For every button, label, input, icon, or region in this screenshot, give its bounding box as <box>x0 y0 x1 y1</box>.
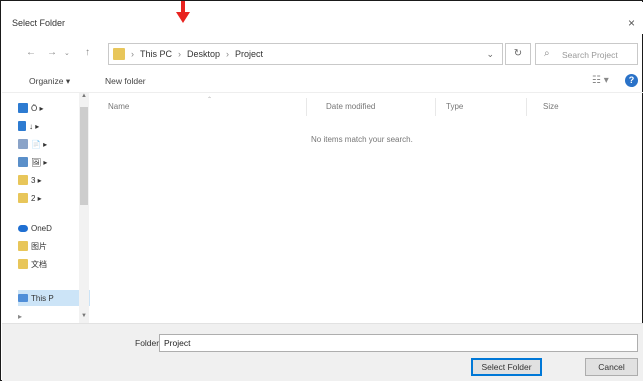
scroll-thumb[interactable] <box>80 107 88 205</box>
up-icon[interactable]: ↑ <box>85 47 90 58</box>
close-icon[interactable]: × <box>628 16 635 30</box>
nav-item-pictures[interactable]: 🖼 ▸ <box>18 155 47 169</box>
annotation-arrow-icon <box>176 1 190 23</box>
nav-item-label: 3 ▸ <box>31 175 42 185</box>
chevron-down-icon[interactable]: ⌄ <box>486 49 494 60</box>
search-icon: ⌕ <box>544 48 550 59</box>
column-divider[interactable] <box>526 98 527 116</box>
onedrive-icon <box>18 224 28 232</box>
file-list: ⌃ Name Date modified Type Size No items … <box>93 93 643 323</box>
breadcrumb: › This PC › Desktop › Project <box>131 49 263 59</box>
scroll-up-icon[interactable]: ▲ <box>79 93 89 103</box>
nav-item-label: 文档 <box>31 259 47 269</box>
nav-item-label: Ö ▸ <box>31 103 44 113</box>
dialog-footer: Folder: Project Select Folder Cancel <box>2 323 643 381</box>
command-bar: Organize ▾ New folder ☷ ▾ ? <box>2 71 643 93</box>
nav-item-collapsed[interactable]: ▸ <box>18 309 22 323</box>
nav-item-desktop[interactable]: Ö ▸ <box>18 101 43 115</box>
nav-item-label: 📄 ▸ <box>31 139 48 149</box>
nav-item-onedrive[interactable]: OneD <box>18 221 52 235</box>
address-row: ← → ⌄ ↑ › This PC › Desktop › Project ⌄ … <box>2 35 643 71</box>
nav-item-label: 🖼 ▸ <box>31 157 48 167</box>
nav-item-documents[interactable]: 📄 ▸ <box>18 137 47 151</box>
folder-icon <box>113 48 125 60</box>
nav-item-pictures-folder[interactable]: 图片 <box>18 239 47 253</box>
breadcrumb-desktop[interactable]: Desktop <box>187 49 220 59</box>
column-header-date-modified[interactable]: Date modified <box>326 102 375 111</box>
nav-item-folder-3[interactable]: 3 ▸ <box>18 173 42 187</box>
pictures-folder-icon <box>18 241 28 251</box>
this-pc-icon <box>18 294 28 302</box>
view-options-icon[interactable]: ☷ ▾ <box>592 75 609 86</box>
desktop-icon <box>18 103 28 113</box>
folder-name-input[interactable]: Project <box>159 334 638 352</box>
column-header-type[interactable]: Type <box>446 102 463 111</box>
folder-label: Folder: <box>135 338 162 348</box>
sort-caret-icon: ⌃ <box>207 97 213 103</box>
nav-item-label: OneD <box>31 223 52 233</box>
forward-icon[interactable]: → <box>47 47 57 58</box>
breadcrumb-separator: › <box>226 49 230 59</box>
new-folder-button[interactable]: New folder <box>105 76 146 86</box>
back-icon[interactable]: ← <box>26 47 36 58</box>
column-header-size[interactable]: Size <box>543 102 559 111</box>
column-header-name[interactable]: Name <box>108 102 129 111</box>
folder-icon <box>18 175 28 185</box>
breadcrumb-separator: › <box>131 49 134 59</box>
documents-folder-icon <box>18 259 28 269</box>
scroll-down-icon[interactable]: ▼ <box>79 313 89 323</box>
organize-button[interactable]: Organize ▾ <box>29 76 70 87</box>
search-input[interactable]: ⌕ Search Project <box>535 43 638 65</box>
address-bar[interactable]: › This PC › Desktop › Project ⌄ <box>108 43 503 65</box>
recent-locations-icon[interactable]: ⌄ <box>64 49 70 57</box>
nav-item-folder-2[interactable]: 2 ▸ <box>18 191 42 205</box>
select-folder-dialog: Select Folder × ← → ⌄ ↑ › This PC › Desk… <box>0 0 643 381</box>
nav-item-documents-folder[interactable]: 文档 <box>18 257 47 271</box>
nav-scrollbar[interactable]: ▲ ▼ <box>79 93 89 323</box>
help-icon[interactable]: ? <box>625 74 638 87</box>
nav-item-downloads[interactable]: ↓ ▸ <box>18 119 39 133</box>
title-bar: Select Folder × <box>2 2 643 34</box>
column-divider[interactable] <box>435 98 436 116</box>
folder-icon <box>18 193 28 203</box>
breadcrumb-project[interactable]: Project <box>235 49 263 59</box>
refresh-icon[interactable]: ↻ <box>505 43 531 65</box>
downloads-icon <box>18 121 26 131</box>
pictures-icon <box>18 157 28 167</box>
breadcrumb-this-pc[interactable]: This PC <box>140 49 172 59</box>
chevron-right-icon: ▸ <box>18 311 23 321</box>
nav-item-label: 图片 <box>31 241 47 251</box>
breadcrumb-separator: › <box>178 49 182 59</box>
search-placeholder: Search Project <box>562 50 618 60</box>
documents-icon <box>18 139 28 149</box>
nav-item-label: 2 ▸ <box>31 193 42 203</box>
select-folder-button[interactable]: Select Folder <box>471 358 542 376</box>
nav-item-label: This P <box>31 293 54 303</box>
empty-state-message: No items match your search. <box>311 135 413 144</box>
window-title: Select Folder <box>12 18 66 28</box>
column-divider[interactable] <box>306 98 307 116</box>
cancel-button[interactable]: Cancel <box>585 358 638 376</box>
nav-item-label: ↓ ▸ <box>29 121 40 131</box>
